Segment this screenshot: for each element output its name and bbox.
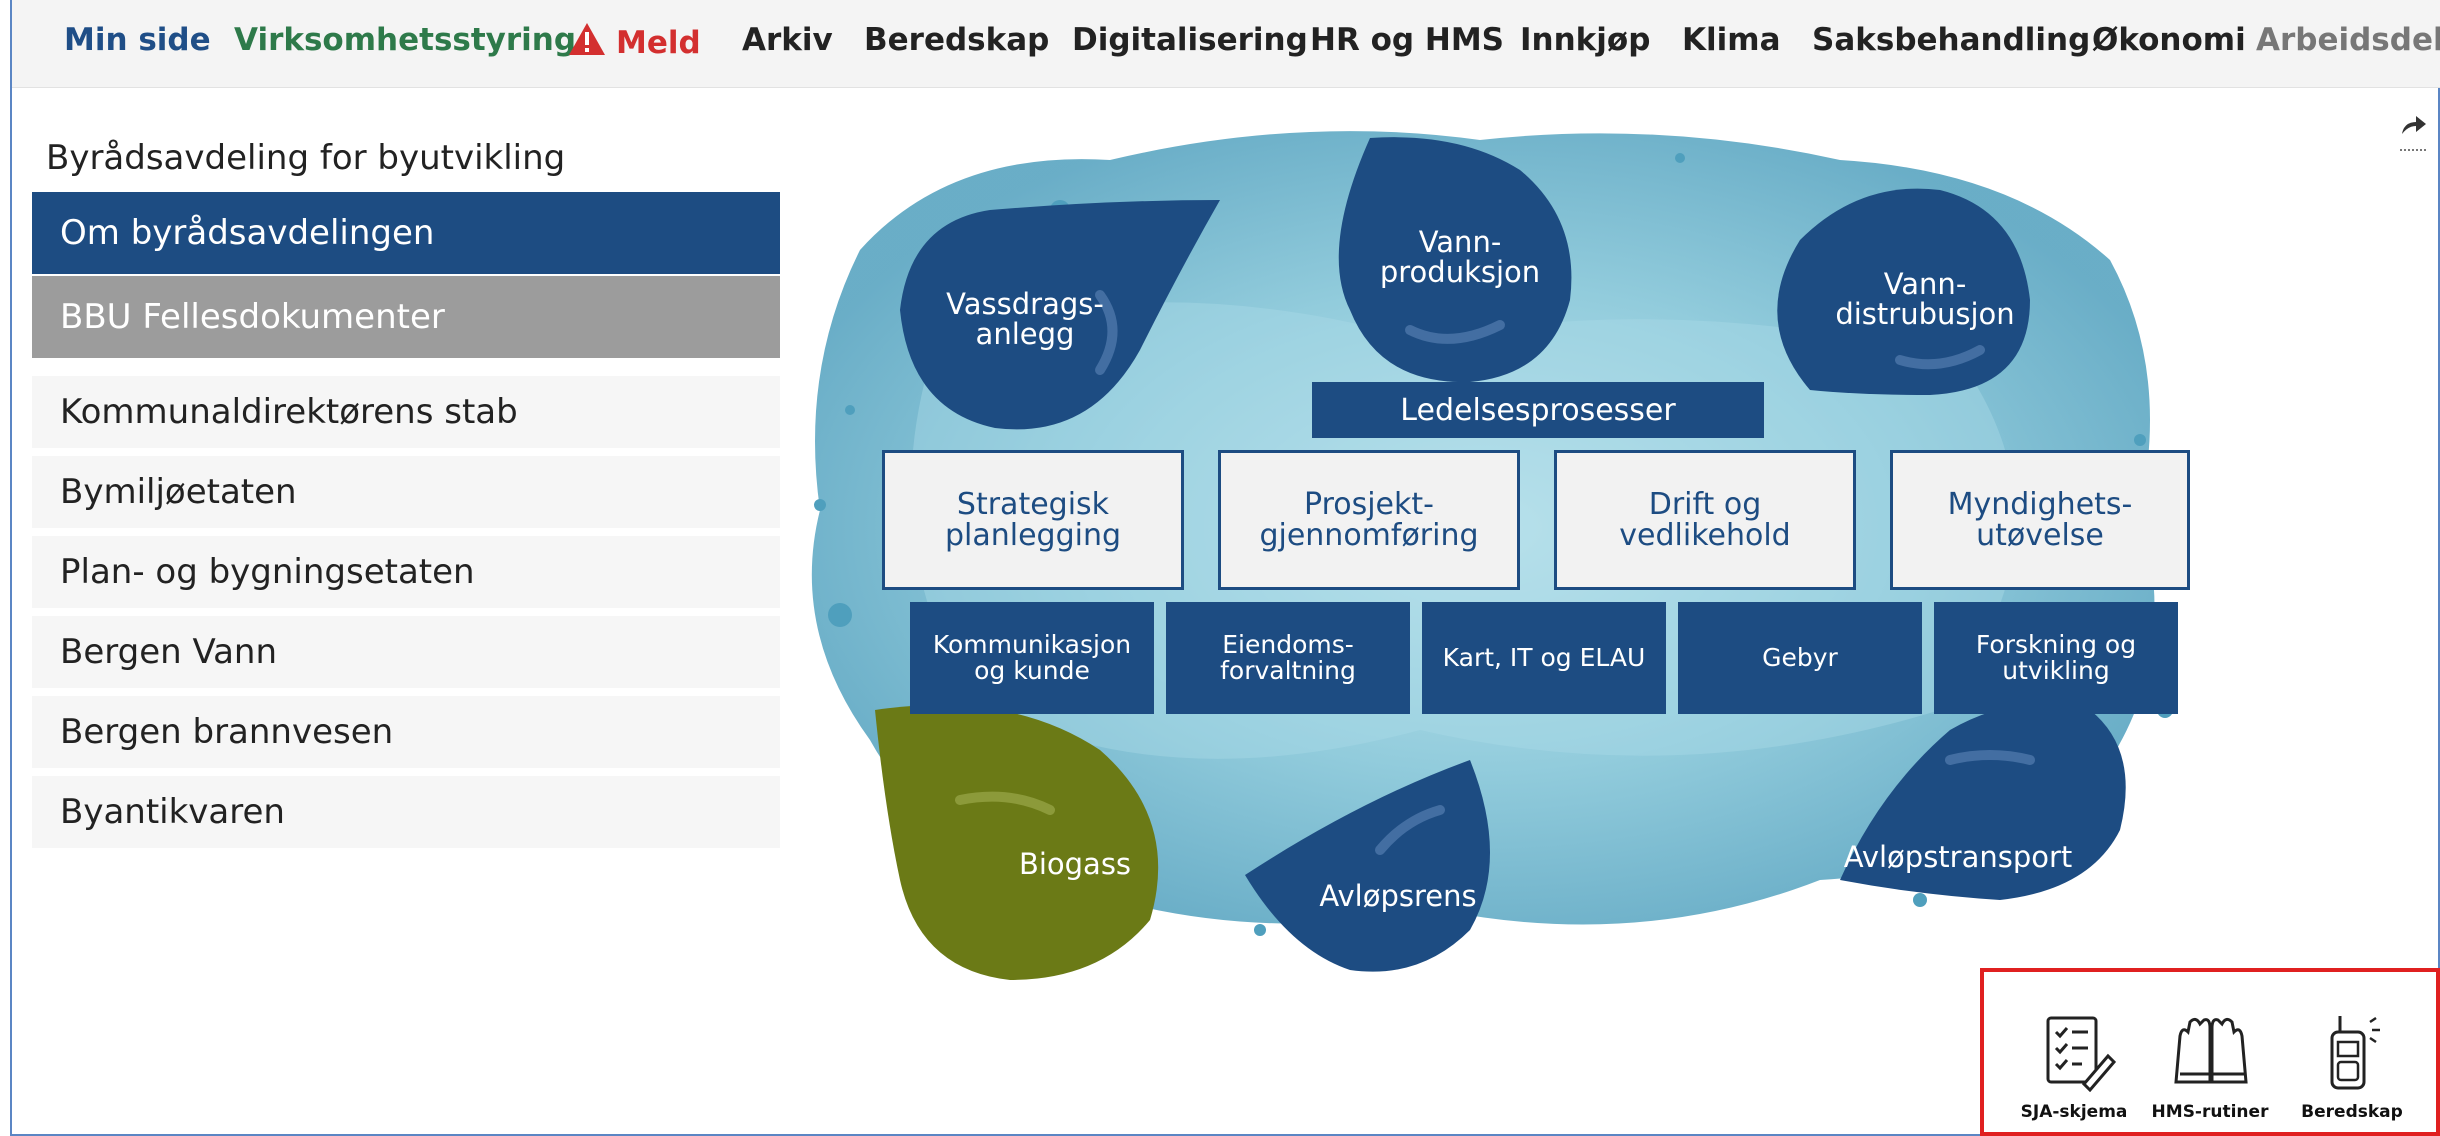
nav-arkiv[interactable]: Arkiv <box>742 22 833 58</box>
sja-skjema-label: SJA-skjema <box>2020 1102 2128 1122</box>
nav-klima[interactable]: Klima <box>1682 22 1781 58</box>
nav-digitalisering[interactable]: Digitalisering <box>1072 22 1308 58</box>
nav-innkjop[interactable]: Innkjøp <box>1520 22 1650 58</box>
drop-label-vannproduksjon-text: Vann- produksjon <box>1379 225 1541 289</box>
nav-meld[interactable]: Meld <box>568 22 701 61</box>
process-strategisk-planlegging[interactable]: Strategisk planlegging <box>882 450 1184 590</box>
splash-dot <box>845 405 855 415</box>
sidebar-item-bergen-vann[interactable]: Bergen Vann <box>32 616 780 688</box>
drop-label-biogass[interactable]: Biogass <box>1019 849 1131 880</box>
process-diagram: Vassdrags- anlegg Vann- produksjon Vann-… <box>780 110 2190 980</box>
nav-arbeidsdel[interactable]: Arbeidsdel <box>2256 22 2440 58</box>
quick-tools-panel: SJA-skjema HMS-rutiner Beredskap <box>1980 968 2440 1136</box>
drop-label-vanndistribusjon-text: Vann- distrubusjon <box>1835 267 2015 331</box>
splash-dot <box>1675 153 1685 163</box>
management-processes-bar[interactable]: Ledelsesprosesser <box>1312 382 1764 438</box>
sidebar-item-bymiljoetaten[interactable]: Bymiljøetaten <box>32 456 780 528</box>
sja-skjema-button[interactable] <box>2036 1012 2117 1097</box>
nav-virksomhetsstyring[interactable]: Virksomhetsstyring <box>234 22 576 58</box>
hms-rutiner-button[interactable] <box>2166 1012 2256 1097</box>
drop-label-vassdragsanlegg[interactable]: Vassdrags- anlegg <box>946 287 1104 351</box>
top-navigation: Min side Virksomhetsstyring Meld Arkiv B… <box>12 0 2440 88</box>
splash-dot <box>828 603 852 627</box>
nav-meld-label: Meld <box>616 25 701 61</box>
nav-min-side[interactable]: Min side <box>64 22 211 58</box>
nav-hr-og-hms[interactable]: HR og HMS <box>1310 22 1504 58</box>
sidebar-item-byantikvaren[interactable]: Byantikvaren <box>32 776 780 848</box>
beredskap-label: Beredskap <box>2301 1102 2403 1122</box>
drop-label-vassdragsanlegg-text: Vassdrags- anlegg <box>946 287 1104 351</box>
warning-icon <box>569 23 605 55</box>
nav-saksbehandling[interactable]: Saksbehandling <box>1812 22 2090 58</box>
sidebar-item-om-byradsavdelingen[interactable]: Om byrådsavdelingen <box>32 192 780 274</box>
support-gebyr[interactable]: Gebyr <box>1678 602 1922 714</box>
support-kart-it-og-elau[interactable]: Kart, IT og ELAU <box>1422 602 1666 714</box>
splash-dot <box>1254 924 1266 936</box>
support-forskning-og-utvikling[interactable]: Forskning og utvikling <box>1934 602 2178 714</box>
sidebar-item-bergen-brannvesen[interactable]: Bergen brannvesen <box>32 696 780 768</box>
nav-beredskap[interactable]: Beredskap <box>864 22 1049 58</box>
drop-label-avlopstransport[interactable]: Avløpstransport <box>1844 842 2073 873</box>
drop-label-avlopsrens[interactable]: Avløpsrens <box>1319 881 1476 912</box>
share-icon[interactable] <box>2398 110 2428 154</box>
gloves-icon <box>2174 1017 2248 1084</box>
sidebar-item-kommunaldirektorens-stab[interactable]: Kommunaldirektørens stab <box>32 376 780 448</box>
support-kommunikasjon-og-kunde[interactable]: Kommunikasjon og kunde <box>910 602 1154 714</box>
sidebar-item-bbu-fellesdokumenter[interactable]: BBU Fellesdokumenter <box>32 276 780 358</box>
radio-icon <box>2330 1016 2380 1090</box>
checklist-icon <box>2046 1016 2117 1093</box>
splash-dot <box>1913 893 1927 907</box>
department-title: Byrådsavdeling for byutvikling <box>46 138 566 178</box>
support-eiendomsforvaltning[interactable]: Eiendoms- forvaltning <box>1166 602 1410 714</box>
beredskap-button[interactable] <box>2322 1012 2382 1097</box>
process-prosjektgjennomforing[interactable]: Prosjekt- gjennomføring <box>1218 450 1520 590</box>
process-drift-og-vedlikehold[interactable]: Drift og vedlikehold <box>1554 450 1856 590</box>
process-myndighetsutovelse[interactable]: Myndighets- utøvelse <box>1890 450 2190 590</box>
nav-okonomi[interactable]: Økonomi <box>2092 22 2246 58</box>
drop-label-vannproduksjon[interactable]: Vann- produksjon <box>1379 225 1541 289</box>
hms-rutiner-label: HMS-rutiner <box>2151 1102 2269 1122</box>
splash-dot <box>2134 434 2146 446</box>
splash-dot <box>814 499 826 511</box>
sidebar-item-plan-og-bygningsetaten[interactable]: Plan- og bygningsetaten <box>32 536 780 608</box>
drop-label-vanndistribusjon[interactable]: Vann- distrubusjon <box>1835 267 2015 331</box>
